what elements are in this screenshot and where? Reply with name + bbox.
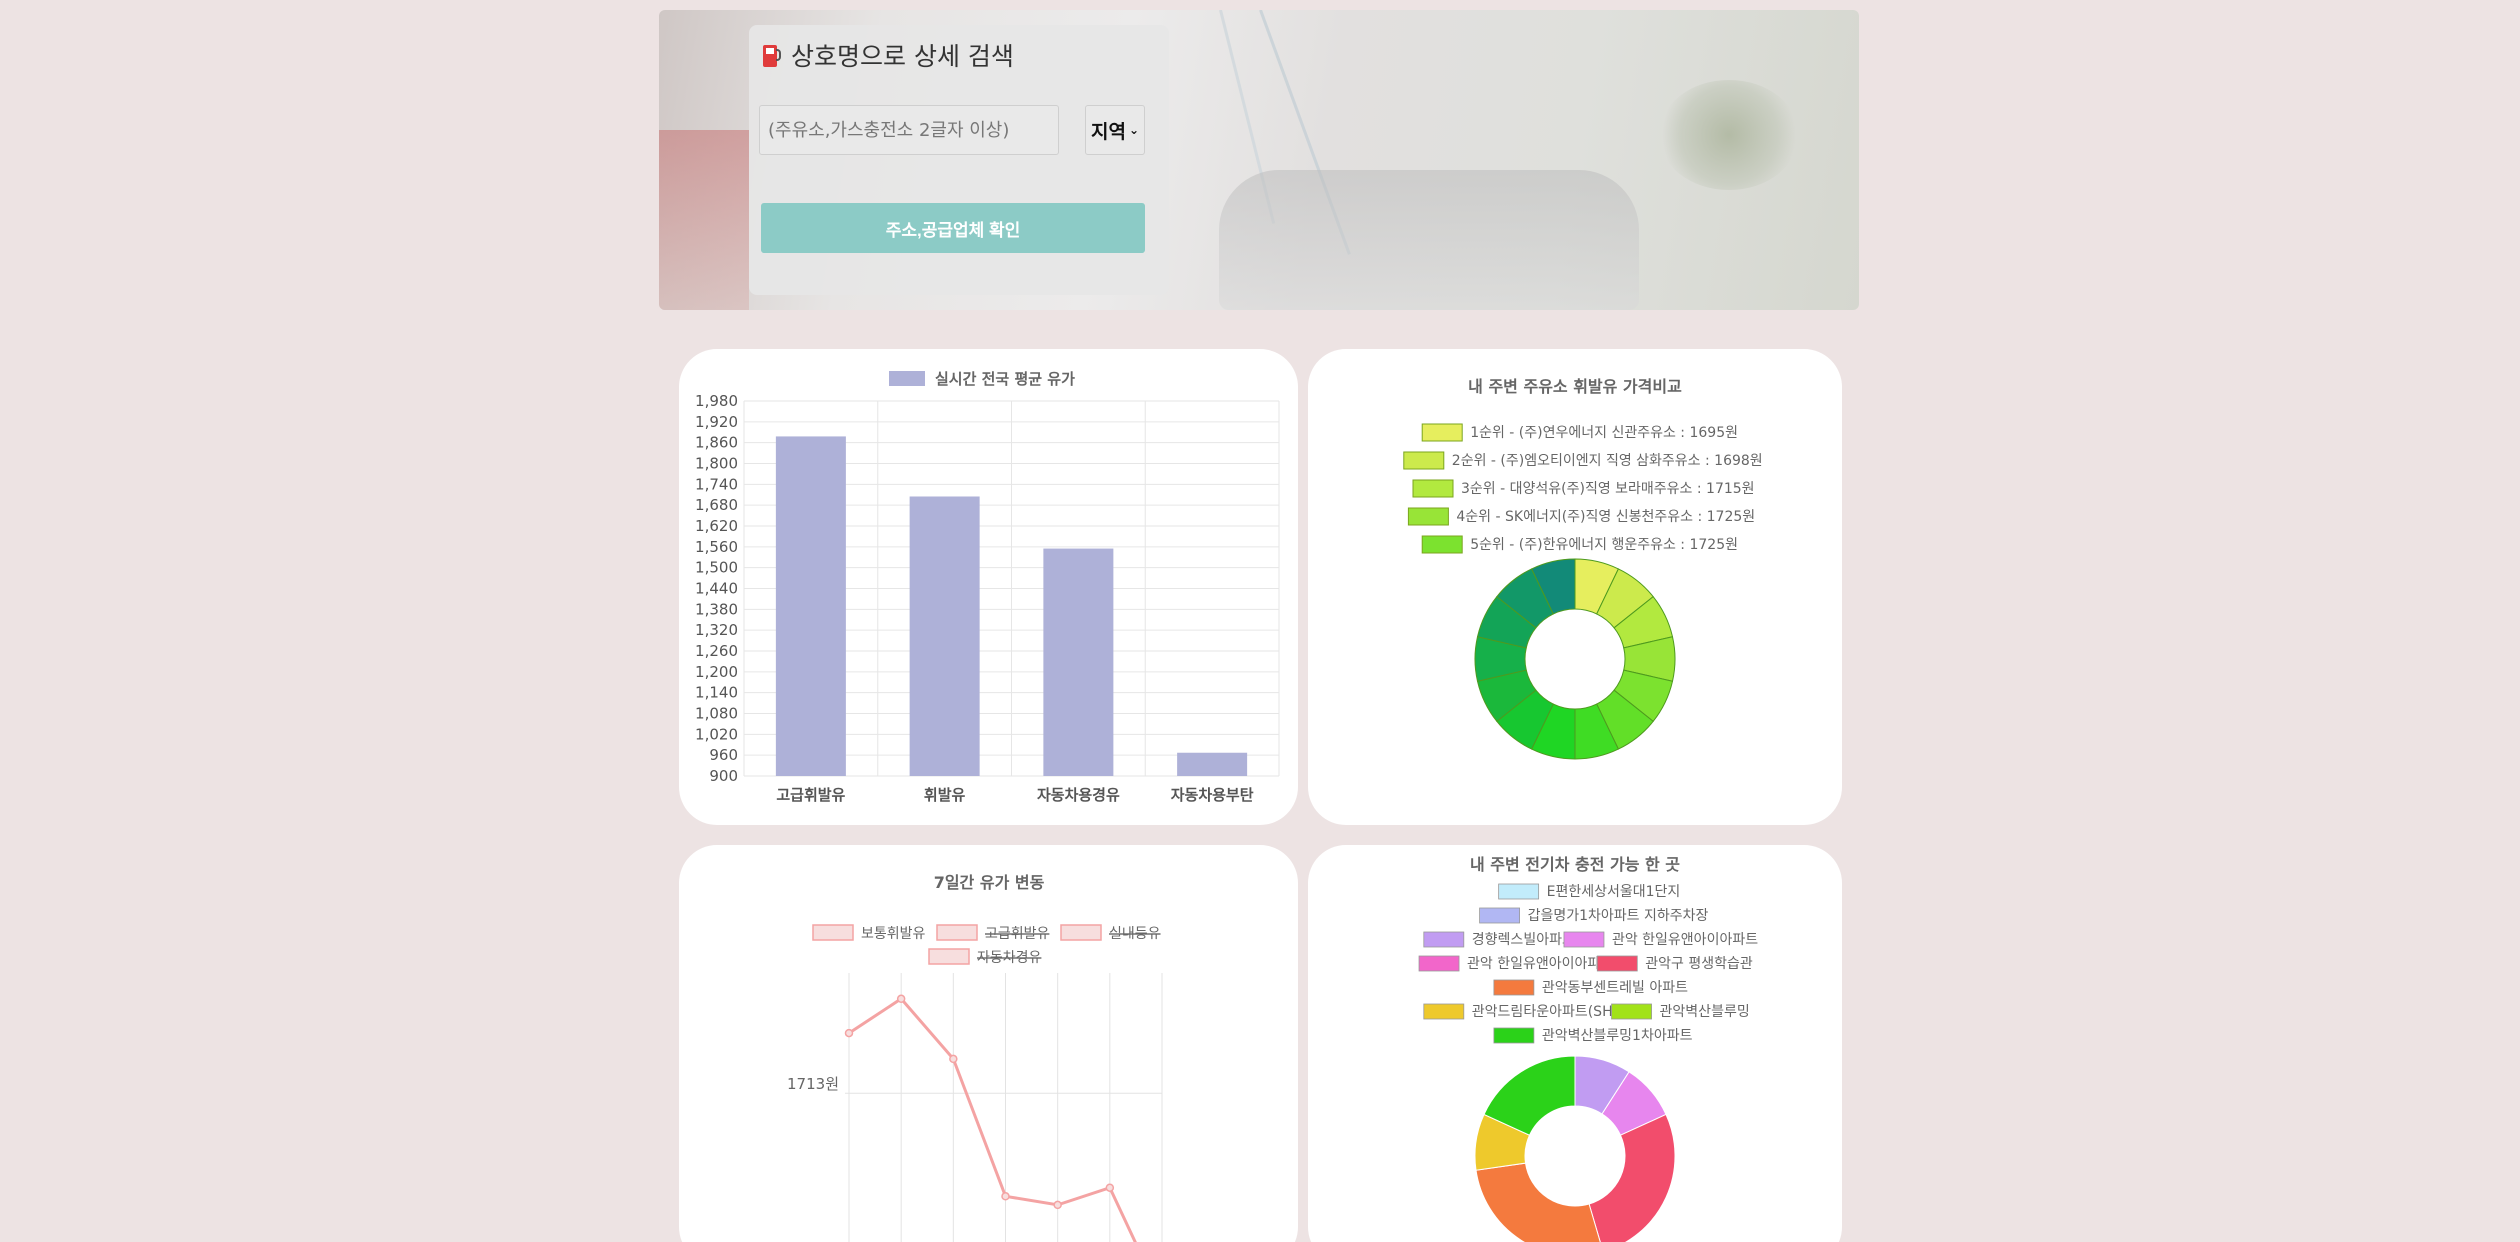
line-point[interactable]	[1105, 1183, 1115, 1192]
legend-label[interactable]: 자동차경유	[977, 950, 1042, 966]
y-tick-label: 1,980	[695, 392, 738, 410]
legend-swatch[interactable]	[1493, 979, 1535, 996]
hero-background-decor	[659, 130, 749, 310]
donut-slice[interactable]	[1475, 1162, 1603, 1242]
search-title-text: 상호명으로 상세 검색	[791, 42, 1014, 71]
x-tick-label: 고급휘발유	[776, 786, 845, 804]
x-tick-label: 자동차용부탄	[1171, 786, 1254, 804]
legend-label[interactable]: 3순위 - 대양석유(주)직영 보라매주유소 : 1715원	[1461, 481, 1755, 497]
legend-label[interactable]: 실내등유	[1109, 926, 1161, 942]
legend-swatch[interactable]	[1498, 883, 1540, 900]
donut-slice[interactable]	[1588, 1113, 1676, 1242]
legend-swatch[interactable]	[1412, 479, 1454, 498]
hero-background-decor	[1219, 170, 1639, 310]
y-tick-label: 1,680	[695, 496, 738, 514]
legend-label[interactable]: 4순위 - SK에너지(주)직영 신봉천주유소 : 1725원	[1456, 509, 1755, 525]
chart-title: 7일간 유가 변동	[934, 873, 1045, 892]
legend-swatch[interactable]	[1421, 423, 1463, 442]
legend-label[interactable]: 관악동부센트레빌 아파트	[1542, 980, 1688, 996]
average-price-chart: 실시간 전국 평균 유가 1,980 1,920 1,860 1,800 1,740 1,…	[695, 370, 1280, 804]
ev-charging-card: 내 주변 전기차 충전 가능 한 곳 E편한세상서울대1단지갑을명가1차아파트 …	[1308, 845, 1842, 1242]
y-tick-label: 1,080	[695, 705, 738, 723]
line-point[interactable]	[896, 994, 906, 1004]
x-tick-label: 자동차용경유	[1037, 786, 1120, 804]
legend-label[interactable]: 관악드림타운아파트(SH)	[1472, 1004, 1618, 1020]
y-tick-label: 1,200	[695, 663, 738, 681]
weekly-price-chart: 7일간 유가 변동 보통휘발유 고급휘발유 실내등유자동차경유 1713원	[787, 873, 1163, 1242]
legend-label[interactable]: E편한세상서울대1단지	[1547, 884, 1681, 900]
legend-swatch[interactable]	[1407, 507, 1449, 526]
weekly-price-card: 7일간 유가 변동 보통휘발유 고급휘발유 실내등유자동차경유 1713원	[679, 845, 1298, 1242]
x-tick-label: 휘발유	[924, 786, 966, 804]
legend-label[interactable]: 1순위 - (주)연우에너지 신관주유소 : 1695원	[1470, 425, 1738, 441]
y-tick-label: 1,860	[695, 434, 738, 452]
legend-label[interactable]: 관악 한일유앤아이아파트	[1467, 956, 1613, 972]
legend-label[interactable]: 경향렉스빌아파트	[1472, 932, 1575, 948]
legend-swatch[interactable]	[1479, 907, 1521, 924]
legend-swatch[interactable]	[1493, 1027, 1535, 1044]
line-point[interactable]	[949, 1054, 958, 1064]
y-tick-label: 960	[709, 746, 738, 764]
line-point[interactable]	[1053, 1200, 1062, 1210]
y-tick-label: 900	[709, 767, 738, 785]
legend-swatch[interactable]	[1403, 451, 1445, 470]
y-tick-label: 1,260	[695, 642, 738, 660]
fuel-pump-icon	[763, 43, 781, 67]
legend-label[interactable]: 갑을명가1차아파트 지하주차장	[1528, 908, 1709, 924]
legend-label[interactable]: 2순위 - (주)엠오티이엔지 직영 삼화주유소 : 1698원	[1452, 453, 1763, 469]
line-point[interactable]	[1001, 1192, 1010, 1201]
legend-swatch[interactable]	[936, 924, 978, 941]
legend-label[interactable]: 고급휘발유	[985, 926, 1050, 942]
legend-swatch[interactable]	[1423, 1003, 1465, 1020]
confirm-address-supplier-button[interactable]: 주소,공급업체 확인	[761, 203, 1145, 253]
y-tick-label: 1,440	[695, 580, 738, 598]
legend-label[interactable]: 관악구 평생학습관	[1645, 956, 1753, 972]
y-tick-label: 1713원	[787, 1075, 839, 1093]
y-tick-label: 1,560	[695, 538, 738, 556]
search-panel: 상호명으로 상세 검색 지역 ⌄ 주소,공급업체 확인	[749, 25, 1169, 295]
legend-swatch[interactable]	[1423, 931, 1465, 948]
legend-swatch[interactable]	[1418, 955, 1460, 972]
bar[interactable]	[909, 496, 980, 776]
legend-swatch[interactable]	[1596, 955, 1638, 972]
y-tick-label: 1,800	[695, 455, 738, 473]
station-name-input[interactable]	[759, 105, 1059, 155]
legend-swatch[interactable]	[889, 371, 925, 386]
y-tick-label: 1,320	[695, 621, 738, 639]
region-select-label: 지역	[1090, 120, 1126, 143]
bar[interactable]	[1043, 548, 1114, 776]
legend-swatch[interactable]	[1421, 535, 1463, 554]
y-tick-label: 1,740	[695, 475, 738, 493]
legend-label[interactable]: 관악 한일유앤아이아파트	[1612, 932, 1758, 948]
chevron-down-icon: ⌄	[1128, 123, 1140, 137]
nearby-price-rank-card: 내 주변 주유소 휘발유 가격비교 1순위 - (주)연우에너지 신관주유소 :…	[1308, 349, 1842, 825]
legend-swatch[interactable]	[812, 924, 854, 941]
legend-swatch[interactable]	[1611, 1003, 1652, 1020]
legend-label[interactable]: 보통휘발유	[861, 926, 926, 942]
legend-swatch[interactable]	[1563, 931, 1605, 948]
legend-swatch[interactable]	[928, 948, 970, 965]
legend-label[interactable]: 관악벽산블루밍	[1660, 1004, 1750, 1020]
nearby-price-rank-chart: 내 주변 주유소 휘발유 가격비교 1순위 - (주)연우에너지 신관주유소 :…	[1403, 377, 1763, 760]
ev-charging-chart: 내 주변 전기차 충전 가능 한 곳 E편한세상서울대1단지갑을명가1차아파트 …	[1418, 855, 1758, 1242]
legend-label[interactable]: 실시간 전국 평균 유가	[935, 370, 1075, 388]
bar[interactable]	[775, 436, 846, 776]
y-tick-label: 1,920	[695, 413, 738, 431]
chart-title: 내 주변 주유소 휘발유 가격비교	[1468, 377, 1682, 396]
average-price-card: 실시간 전국 평균 유가 1,980 1,920 1,860 1,800 1,740 1,…	[679, 349, 1298, 825]
y-tick-label: 1,500	[695, 559, 738, 577]
y-tick-label: 1,020	[695, 725, 738, 743]
legend-swatch[interactable]	[1060, 924, 1102, 941]
legend-label[interactable]: 5순위 - (주)한유에너지 행운주유소 : 1725원	[1470, 537, 1738, 553]
line-point[interactable]	[844, 1028, 854, 1038]
region-select[interactable]: 지역 ⌄	[1085, 105, 1145, 155]
y-tick-label: 1,140	[695, 684, 738, 702]
y-tick-label: 1,380	[695, 600, 738, 618]
chart-title: 내 주변 전기차 충전 가능 한 곳	[1470, 855, 1680, 874]
search-title: 상호명으로 상세 검색	[763, 37, 1014, 73]
y-tick-label: 1,620	[695, 517, 738, 535]
hero-background-decor	[1659, 80, 1799, 190]
bar[interactable]	[1177, 752, 1248, 776]
legend-label[interactable]: 관악벽산블루밍1차아파트	[1542, 1028, 1693, 1044]
